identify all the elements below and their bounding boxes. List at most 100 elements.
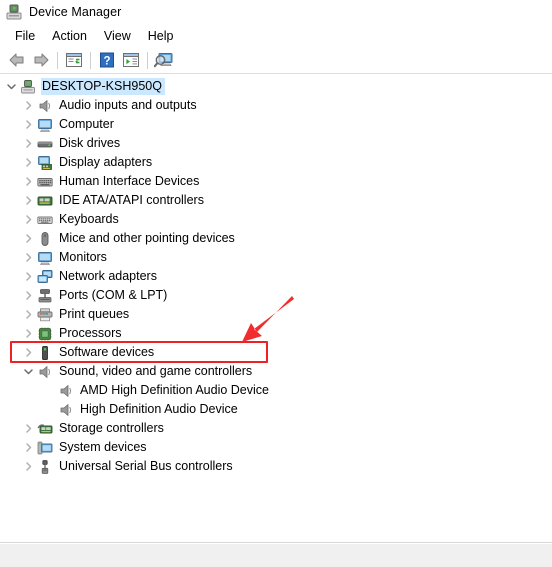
tree-node-label: Software devices	[59, 345, 155, 359]
tree-node-label: Monitors	[59, 250, 107, 264]
show-hidden-devices-icon[interactable]	[119, 49, 143, 72]
tree-node-label: Human Interface Devices	[59, 174, 200, 188]
title-bar: Device Manager	[0, 0, 552, 24]
scan-hardware-changes-icon[interactable]	[152, 49, 176, 72]
tree-node-label: System devices	[59, 440, 147, 454]
tree-root-label: DESKTOP-KSH950Q	[41, 78, 165, 95]
mouse-icon	[36, 230, 53, 247]
tree-node-universal-serial-bus-controllers[interactable]: Universal Serial Bus controllers	[0, 457, 552, 476]
chevron-right-icon[interactable]	[21, 438, 36, 457]
port-icon	[36, 287, 53, 304]
tree-node-label: Keyboards	[59, 212, 119, 226]
tree-node-storage-controllers[interactable]: Storage controllers	[0, 419, 552, 438]
tree-node-keyboards[interactable]: Keyboards	[0, 210, 552, 229]
menu-bar: File Action View Help	[0, 24, 552, 47]
tree-root-node[interactable]: DESKTOP-KSH950Q	[0, 77, 552, 96]
chevron-right-icon[interactable]	[21, 115, 36, 134]
tree-node-monitors[interactable]: Monitors	[0, 248, 552, 267]
chevron-right-icon[interactable]	[21, 324, 36, 343]
menu-item-action[interactable]: Action	[44, 27, 96, 45]
window-title: Device Manager	[29, 5, 122, 19]
processor-icon	[36, 325, 53, 342]
ide-controller-icon	[36, 192, 53, 209]
tree-node-label: Network adapters	[59, 269, 157, 283]
tree-node-ide-ata-atapi-controllers[interactable]: IDE ATA/ATAPI controllers	[0, 191, 552, 210]
tree-node-software-devices[interactable]: Software devices	[0, 343, 552, 362]
chevron-right-icon[interactable]	[21, 153, 36, 172]
tree-node-system-devices[interactable]: System devices	[0, 438, 552, 457]
tree-child-amd-high-definition-audio-device[interactable]: AMD High Definition Audio Device	[0, 381, 552, 400]
menu-item-help[interactable]: Help	[140, 27, 183, 45]
tree-child-high-definition-audio-device[interactable]: High Definition Audio Device	[0, 400, 552, 419]
tree-node-human-interface-devices[interactable]: Human Interface Devices	[0, 172, 552, 191]
computer-root-icon	[19, 78, 36, 95]
monitor-icon	[36, 249, 53, 266]
device-tree[interactable]: DESKTOP-KSH950Q Audio inputs and outputs	[0, 74, 552, 543]
tree-node-mice-and-other-pointing-devices[interactable]: Mice and other pointing devices	[0, 229, 552, 248]
chevron-right-icon[interactable]	[21, 134, 36, 153]
menu-item-file[interactable]: File	[7, 27, 44, 45]
chevron-right-icon[interactable]	[21, 96, 36, 115]
forward-arrow-icon[interactable]	[29, 49, 53, 72]
tree-node-computer[interactable]: Computer	[0, 115, 552, 134]
tree-node-print-queues[interactable]: Print queues	[0, 305, 552, 324]
chevron-right-icon[interactable]	[21, 267, 36, 286]
storage-controller-icon	[36, 420, 53, 437]
speaker-icon	[57, 401, 74, 418]
printer-icon	[36, 306, 53, 323]
tree-node-ports-com-and-lpt[interactable]: Ports (COM & LPT)	[0, 286, 552, 305]
tree-node-label: Display adapters	[59, 155, 153, 169]
tree-node-label: Ports (COM & LPT)	[59, 288, 168, 302]
svg-text:?: ?	[103, 55, 110, 67]
toolbar-separator	[57, 51, 58, 69]
help-icon[interactable]: ?	[95, 49, 119, 72]
chevron-right-icon[interactable]	[21, 248, 36, 267]
tree-node-label: Universal Serial Bus controllers	[59, 459, 233, 473]
chevron-right-icon[interactable]	[21, 191, 36, 210]
tree-node-label: Computer	[59, 117, 114, 131]
back-arrow-icon[interactable]	[5, 49, 29, 72]
chevron-right-icon[interactable]	[21, 172, 36, 191]
tree-child-label: AMD High Definition Audio Device	[80, 383, 269, 397]
tree-node-label: Disk drives	[59, 136, 121, 150]
device-manager-window: Device Manager File Action View Help ? D…	[0, 0, 552, 567]
menu-item-view[interactable]: View	[96, 27, 140, 45]
tree-node-label: Mice and other pointing devices	[59, 231, 235, 245]
tree-node-label: IDE ATA/ATAPI controllers	[59, 193, 204, 207]
chevron-right-icon[interactable]	[21, 286, 36, 305]
speaker-icon	[57, 382, 74, 399]
toolbar-separator	[90, 51, 91, 69]
tree-node-display-adapters[interactable]: Display adapters	[0, 153, 552, 172]
chevron-down-icon[interactable]	[21, 362, 36, 381]
monitor-icon	[36, 116, 53, 133]
chevron-right-icon[interactable]	[21, 457, 36, 476]
tree-node-label: Processors	[59, 326, 122, 340]
tree-node-sound-video-and-game-controllers[interactable]: Sound, video and game controllers	[0, 362, 552, 381]
disk-drive-icon	[36, 135, 53, 152]
tree-child-label: High Definition Audio Device	[80, 402, 238, 416]
tree-node-label: Audio inputs and outputs	[59, 98, 197, 112]
speaker-icon	[36, 97, 53, 114]
display-adapter-icon	[36, 154, 53, 171]
tree-node-processors[interactable]: Processors	[0, 324, 552, 343]
tree-node-label: Print queues	[59, 307, 130, 321]
software-device-icon	[36, 344, 53, 361]
chevron-right-icon[interactable]	[21, 305, 36, 324]
tree-node-audio-inputs-and-outputs[interactable]: Audio inputs and outputs	[0, 96, 552, 115]
properties-icon[interactable]	[62, 49, 86, 72]
system-device-icon	[36, 439, 53, 456]
chevron-right-icon[interactable]	[21, 419, 36, 438]
chevron-right-icon[interactable]	[21, 229, 36, 248]
chevron-right-icon[interactable]	[21, 343, 36, 362]
chevron-down-icon[interactable]	[4, 77, 19, 96]
tree-node-label: Storage controllers	[59, 421, 164, 435]
chevron-right-icon[interactable]	[21, 210, 36, 229]
speaker-icon	[36, 363, 53, 380]
network-adapter-icon	[36, 268, 53, 285]
tree-node-disk-drives[interactable]: Disk drives	[0, 134, 552, 153]
device-manager-icon	[5, 3, 23, 21]
tree-node-network-adapters[interactable]: Network adapters	[0, 267, 552, 286]
toolbar-separator	[147, 51, 148, 69]
status-bar	[0, 543, 552, 567]
tree-node-label: Sound, video and game controllers	[59, 364, 253, 378]
